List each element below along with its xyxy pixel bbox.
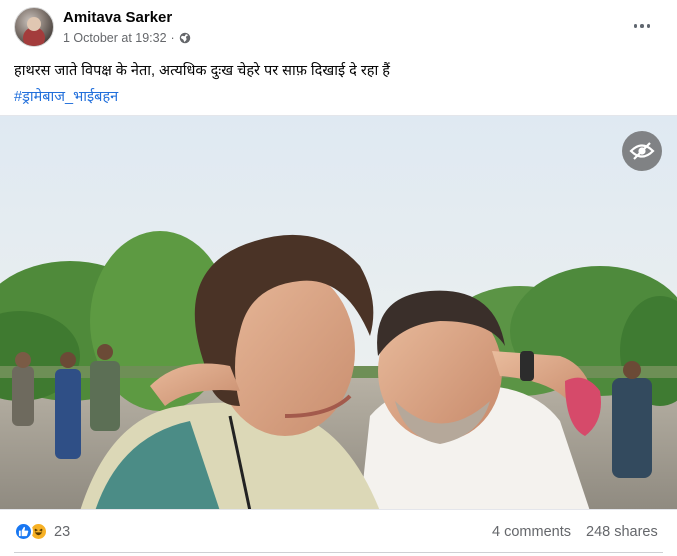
post-photo[interactable] <box>0 115 677 510</box>
reactions-summary[interactable]: 23 <box>14 522 70 541</box>
like-icon <box>14 522 33 541</box>
hide-photo-button[interactable] <box>622 131 662 171</box>
post-hashtag[interactable]: #ड्रामेबाज_भाईबहन <box>14 86 118 106</box>
comments-count-link[interactable]: 4 comments <box>492 524 571 540</box>
meta-separator: · <box>170 31 175 45</box>
reaction-count: 23 <box>54 523 71 540</box>
facebook-post: Amitava Sarker 1 October at 19:32 · हाथर… <box>0 0 677 556</box>
eye-slash-icon <box>629 142 655 160</box>
author-avatar[interactable] <box>14 7 54 47</box>
post-meta: 1 October at 19:32 · <box>63 31 191 45</box>
globe-icon <box>179 32 190 44</box>
post-timestamp[interactable]: 1 October at 19:32 <box>63 31 167 45</box>
more-options-button[interactable] <box>624 10 660 42</box>
shares-count-link[interactable]: 248 shares <box>586 524 658 540</box>
photo-illustration <box>0 116 677 509</box>
post-text: हाथरस जाते विपक्ष के नेता, अत्यधिक दुःख … <box>14 63 390 79</box>
author-name[interactable]: Amitava Sarker <box>63 9 172 26</box>
more-horizontal-icon <box>633 24 638 28</box>
post-header: Amitava Sarker 1 October at 19:32 · <box>0 0 677 54</box>
post-footer: 23 4 comments 248 shares <box>0 513 677 551</box>
footer-divider <box>14 552 663 553</box>
